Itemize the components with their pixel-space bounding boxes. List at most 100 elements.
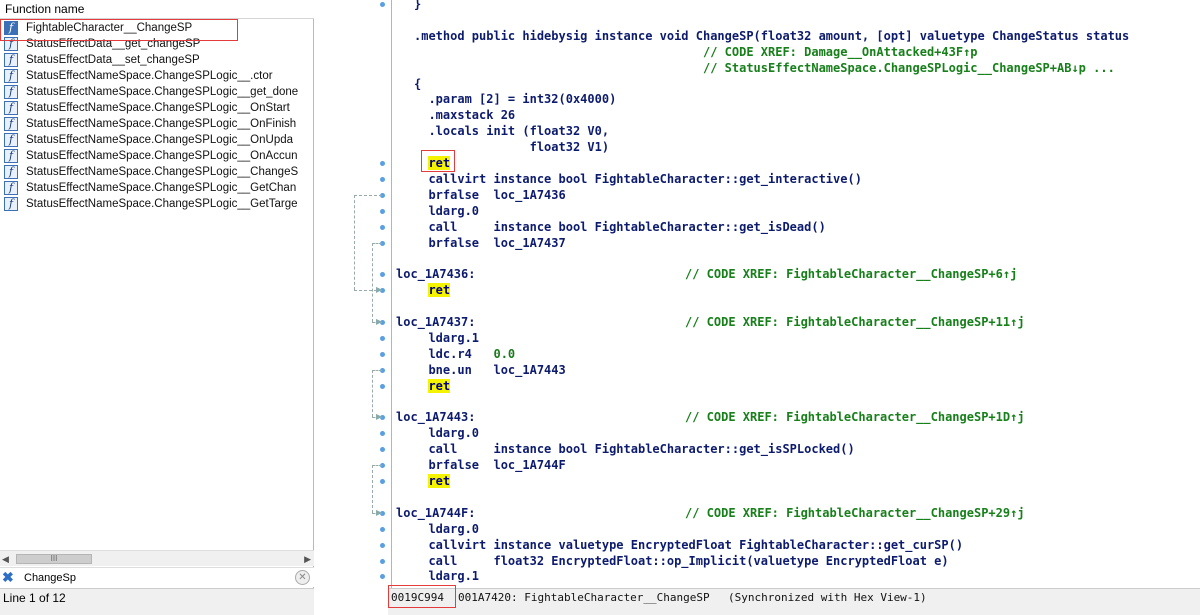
function-name: StatusEffectNameSpace.ChangeSPLogic__Get… <box>26 182 297 194</box>
code-line[interactable]: .maxstack 26 <box>414 107 515 123</box>
gutter-dot <box>380 335 385 341</box>
code-label-line[interactable]: loc_1A7436: // CODE XREF: FightableChara… <box>396 266 1017 282</box>
filter-icon[interactable]: ✖ <box>2 569 14 585</box>
code-line[interactable]: { <box>414 76 421 92</box>
code-label-line[interactable]: loc_1A7443: // CODE XREF: FightableChara… <box>396 409 1025 425</box>
scroll-left-arrow-icon[interactable]: ◀ <box>2 554 9 565</box>
gutter-dot <box>380 542 385 548</box>
code-line[interactable]: call instance bool FightableCharacter::g… <box>414 441 854 457</box>
gutter-dot <box>380 383 385 389</box>
gutter-dot <box>380 479 385 484</box>
code-line[interactable]: call instance bool FightableCharacter::g… <box>414 219 825 235</box>
code-line[interactable]: ret <box>414 473 451 489</box>
address-info: 001A7420: FightableCharacter__ChangeSP <box>458 591 710 604</box>
function-icon: f <box>4 133 18 147</box>
function-name-column-header[interactable]: Function name <box>0 0 314 19</box>
functions-panel: Function name f FightableCharacter__Chang… <box>0 0 314 615</box>
function-name: StatusEffectData__set_changeSP <box>26 54 200 66</box>
arrow-head-icon: ▶ <box>376 412 383 422</box>
function-list-item[interactable]: f StatusEffectNameSpace.ChangeSPLogic__On… <box>0 132 314 148</box>
code-line[interactable]: // StatusEffectNameSpace.ChangeSPLogic__… <box>414 60 1115 76</box>
function-list-item[interactable]: f StatusEffectNameSpace.ChangeSPLogic__Ge… <box>0 180 314 196</box>
code-line[interactable]: bne.un loc_1A7443 <box>414 362 565 378</box>
gutter-dot <box>380 2 385 7</box>
branch-arrow <box>354 194 355 291</box>
function-icon: f <box>4 69 18 83</box>
code-line[interactable]: .method public hidebysig instance void C… <box>414 28 1129 44</box>
function-icon: f <box>4 53 18 67</box>
function-list-item[interactable]: f FightableCharacter__ChangeSP <box>0 20 314 36</box>
function-name: StatusEffectNameSpace.ChangeSPLogic__OnA… <box>26 150 298 162</box>
branch-arrow-start <box>354 194 382 196</box>
function-name: StatusEffectNameSpace.ChangeSPLogic__OnF… <box>26 118 297 130</box>
ret-instruction: ret <box>428 474 451 488</box>
branch-arrow-start <box>372 465 382 467</box>
function-name: StatusEffectData__get_changeSP <box>26 38 201 50</box>
gutter-dot <box>380 208 385 214</box>
code-line[interactable]: ret <box>414 282 451 298</box>
filter-input[interactable] <box>24 570 284 586</box>
function-list-item[interactable]: f StatusEffectNameSpace.ChangeSPLogic__Ch… <box>0 164 314 180</box>
code-line[interactable]: .locals init (float32 V0, <box>414 123 609 139</box>
gutter-divider <box>391 0 392 588</box>
code-line[interactable]: ldarg.0 <box>414 425 479 441</box>
gutter-dot <box>380 351 385 357</box>
function-icon: f <box>4 37 18 51</box>
code-line[interactable]: callvirt instance bool FightableCharacte… <box>414 171 862 187</box>
code-label-line[interactable]: loc_1A7437: // CODE XREF: FightableChara… <box>396 314 1025 330</box>
scroll-right-arrow-icon[interactable]: ▶ <box>304 554 311 565</box>
function-icon: f <box>4 21 18 35</box>
code-line[interactable]: // CODE XREF: Damage__OnAttacked+43F↑p <box>414 44 978 60</box>
gutter-dot <box>380 558 385 564</box>
ret-instruction: ret <box>428 156 451 170</box>
horizontal-scrollbar[interactable]: ◀ III ▶ <box>0 550 314 566</box>
flow-gutter: ▶ ▶ ▶ ▶ <box>316 0 394 588</box>
function-name: StatusEffectNameSpace.ChangeSPLogic__OnU… <box>26 134 294 146</box>
code-line[interactable]: brfalse loc_1A7436 <box>414 187 565 203</box>
code-line[interactable]: ret <box>414 155 451 171</box>
function-icon: f <box>4 85 18 99</box>
gutter-dot <box>380 431 385 437</box>
code-line[interactable]: ldarg.1 <box>414 568 479 584</box>
code-line[interactable]: brfalse loc_1A744F <box>414 457 565 473</box>
function-icon: f <box>4 165 18 179</box>
arrow-head-icon: ▶ <box>376 317 383 326</box>
file-offset: 0019C994 <box>391 591 444 604</box>
arrow-head-icon: ▶ <box>376 507 383 517</box>
code-line[interactable]: call float32 EncryptedFloat::op_Implicit… <box>414 553 948 569</box>
code-line[interactable]: .param [2] = int32(0x4000) <box>414 91 616 107</box>
code-line[interactable]: } <box>414 0 421 12</box>
sync-status: (Synchronized with Hex View-1) <box>728 591 927 604</box>
address-status-bar: 0019C994 001A7420: FightableCharacter__C… <box>388 588 1200 615</box>
function-list-item[interactable]: f StatusEffectNameSpace.ChangeSPLogic__ge… <box>0 84 314 100</box>
function-list-item[interactable]: f StatusEffectNameSpace.ChangeSPLogic__Ge… <box>0 196 314 212</box>
code-line[interactable]: ret <box>414 378 451 394</box>
code-line[interactable]: ldarg.0 <box>414 203 479 219</box>
function-list-item[interactable]: f StatusEffectNameSpace.ChangeSPLogic__.c… <box>0 68 314 84</box>
code-line[interactable]: float32 V1) <box>414 139 609 155</box>
function-list-item[interactable]: f StatusEffectNameSpace.ChangeSPLogic__On… <box>0 116 314 132</box>
function-list-item[interactable]: f StatusEffectData__get_changeSP <box>0 36 314 52</box>
code-line[interactable]: ldarg.0 <box>414 521 479 537</box>
function-name: StatusEffectNameSpace.ChangeSPLogic__Get… <box>26 198 298 210</box>
function-list[interactable]: f FightableCharacter__ChangeSP f StatusEffe… <box>0 20 314 550</box>
function-name: FightableCharacter__ChangeSP <box>26 22 193 34</box>
function-name: StatusEffectNameSpace.ChangeSPLogic__.ct… <box>26 70 273 82</box>
function-list-item[interactable]: f StatusEffectNameSpace.ChangeSPLogic__On… <box>0 148 314 164</box>
disassembly-view[interactable]: ▶ ▶ ▶ ▶ } .method public hidebysig instance … <box>316 0 1200 588</box>
function-icon: f <box>4 181 18 195</box>
code-line[interactable]: callvirt instance valuetype EncryptedFlo… <box>414 537 963 553</box>
code-label-line[interactable]: loc_1A744F: // CODE XREF: FightableChara… <box>396 505 1025 521</box>
code-line[interactable]: ldc.r4 0.0 <box>414 346 515 362</box>
function-list-item[interactable]: f StatusEffectData__set_changeSP <box>0 52 314 68</box>
code-line[interactable]: ldarg.1 <box>414 330 479 346</box>
function-list-item[interactable]: f StatusEffectNameSpace.ChangeSPLogic__On… <box>0 100 314 116</box>
clear-filter-icon[interactable]: ✕ <box>295 570 310 585</box>
function-icon: f <box>4 117 18 131</box>
line-count-status: Line 1 of 12 <box>0 588 314 615</box>
scroll-thumb[interactable]: III <box>16 554 92 564</box>
function-name: StatusEffectNameSpace.ChangeSPLogic__get… <box>26 86 299 98</box>
code-line[interactable]: brfalse loc_1A7437 <box>414 235 565 251</box>
branch-arrow-start <box>372 369 382 371</box>
function-icon: f <box>4 149 18 163</box>
